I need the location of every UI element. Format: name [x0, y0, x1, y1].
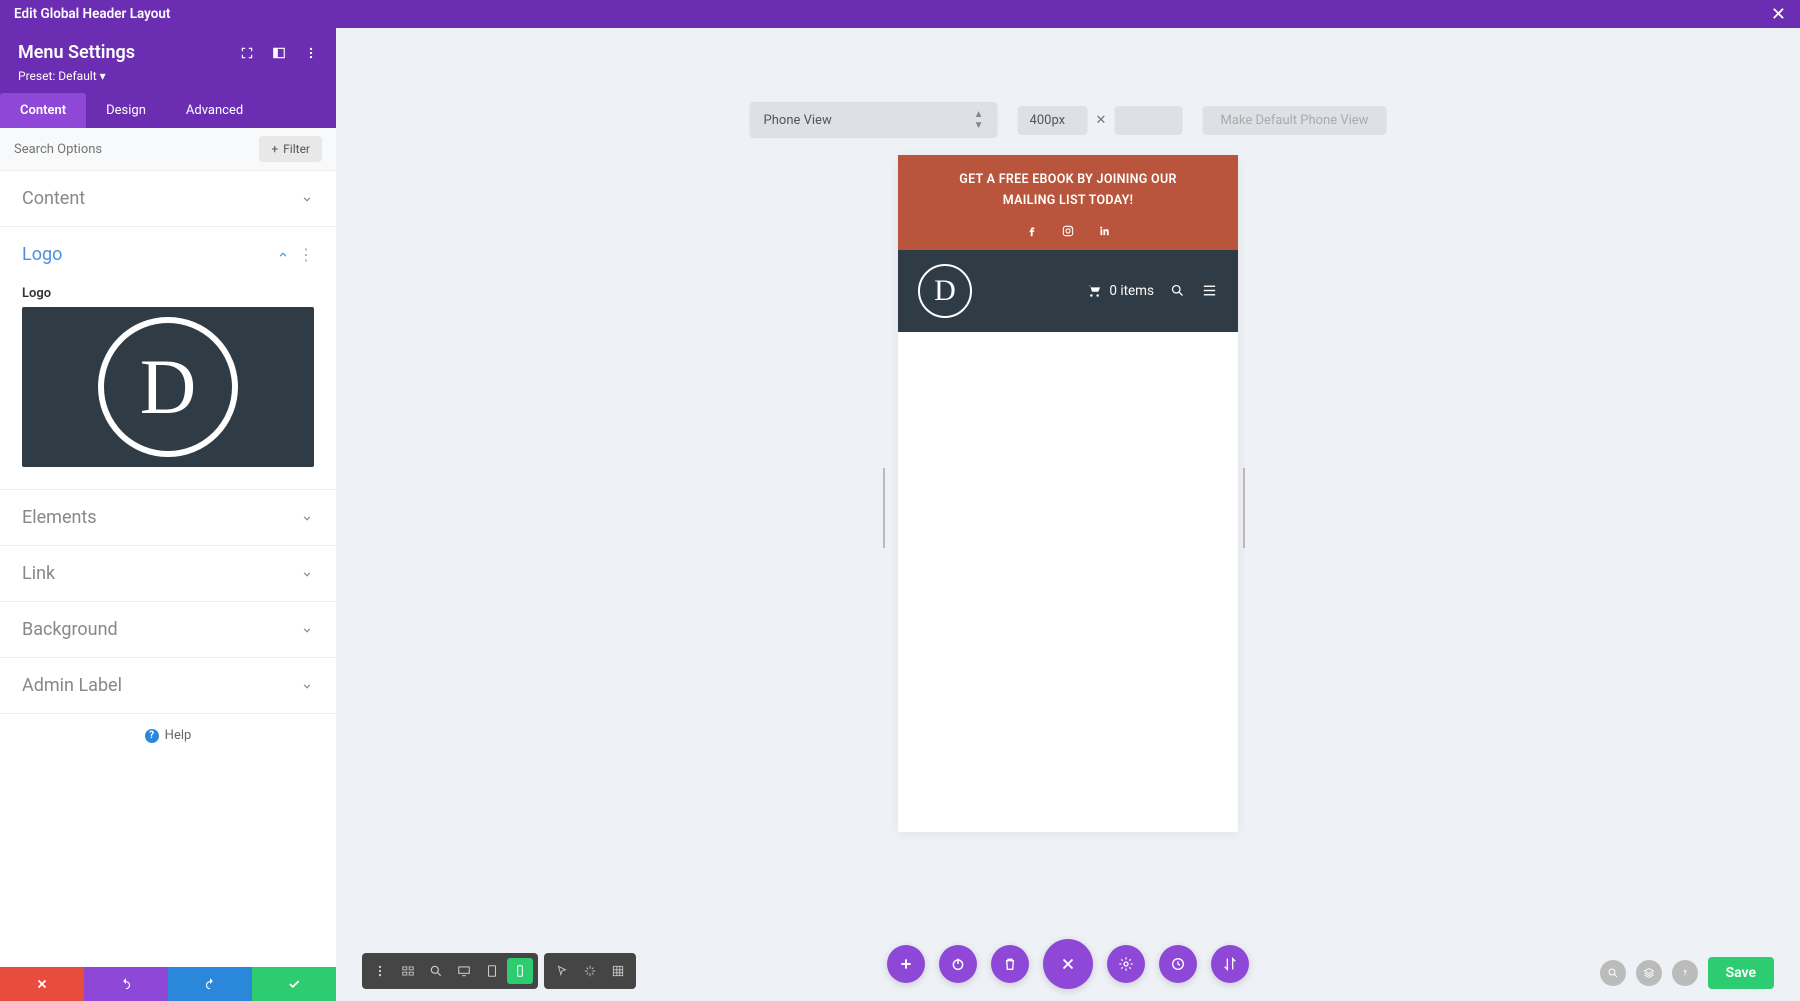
logo-content: Logo D	[0, 282, 336, 490]
section-elements[interactable]: Elements	[0, 490, 336, 546]
delete-button[interactable]	[991, 945, 1029, 983]
undo-button[interactable]	[84, 967, 168, 1001]
hover-icon[interactable]	[549, 958, 575, 984]
sort-button[interactable]	[1211, 945, 1249, 983]
bottom-left-toolbar	[362, 953, 636, 989]
more-icon[interactable]	[304, 46, 318, 60]
hamburger-icon[interactable]	[1201, 282, 1218, 299]
zoom-icon[interactable]	[423, 958, 449, 984]
help-icon: ?	[145, 729, 159, 743]
facebook-icon[interactable]	[1025, 224, 1039, 238]
main-canvas: Phone View ▲▼ ✕ Make Default Phone View …	[336, 28, 1800, 1001]
help-link[interactable]: ? Help	[0, 714, 336, 757]
cart-link[interactable]: 0 items	[1087, 283, 1154, 299]
chevron-down-icon	[300, 567, 314, 581]
tab-content[interactable]: Content	[0, 93, 86, 128]
more-tool-icon[interactable]	[367, 958, 393, 984]
redo-button[interactable]	[168, 967, 252, 1001]
click-icon[interactable]	[577, 958, 603, 984]
desktop-icon[interactable]	[451, 958, 477, 984]
view-select[interactable]: Phone View ▲▼	[750, 102, 998, 138]
search-row: + Filter	[0, 128, 336, 171]
section-content[interactable]: Content	[0, 171, 336, 227]
save-button[interactable]: Save	[1708, 957, 1774, 989]
plus-icon: +	[271, 142, 278, 156]
chevron-down-icon	[300, 679, 314, 693]
chevron-up-icon	[276, 248, 290, 262]
search-input[interactable]	[14, 142, 259, 157]
tab-advanced[interactable]: Advanced	[166, 93, 263, 128]
sidebar-tabs: Content Design Advanced	[0, 93, 336, 128]
cart-icon	[1087, 283, 1102, 298]
width-input[interactable]	[1018, 106, 1088, 135]
phone-nav: D 0 items	[898, 250, 1238, 332]
settings-button[interactable]	[1107, 945, 1145, 983]
make-default-button[interactable]: Make Default Phone View	[1202, 106, 1386, 135]
resize-handle-left[interactable]	[883, 468, 891, 508]
instagram-icon[interactable]	[1061, 224, 1075, 238]
confirm-button[interactable]	[252, 967, 336, 1001]
sidebar-title: Menu Settings	[18, 42, 135, 63]
chevron-down-icon: ▾	[100, 69, 106, 83]
add-button[interactable]	[887, 945, 925, 983]
section-logo[interactable]: Logo ⋮	[0, 227, 336, 282]
grid-icon[interactable]	[605, 958, 631, 984]
close-actions-button[interactable]	[1043, 939, 1093, 989]
select-arrows-icon: ▲▼	[974, 109, 984, 131]
close-icon[interactable]: ✕	[1771, 4, 1786, 25]
height-input[interactable]	[1114, 106, 1182, 135]
section-background[interactable]: Background	[0, 602, 336, 658]
promo-banner: GET A FREE EBOOK BY JOINING OUR MAILING …	[898, 155, 1238, 250]
panel-icon[interactable]	[272, 46, 286, 60]
sidebar-header: Menu Settings Preset: Default ▾	[0, 28, 336, 93]
chevron-down-icon	[300, 192, 314, 206]
phone-icon[interactable]	[507, 958, 533, 984]
global-header-bar: Edit Global Header Layout ✕	[0, 0, 1800, 28]
cancel-button[interactable]	[0, 967, 84, 1001]
banner-line-2: MAILING LIST TODAY!	[1003, 193, 1133, 208]
svg-text:?: ?	[1683, 970, 1687, 978]
preset-selector[interactable]: Preset: Default ▾	[18, 69, 318, 83]
tablet-icon[interactable]	[479, 958, 505, 984]
logo-letter: D	[140, 342, 196, 432]
filter-button[interactable]: + Filter	[259, 136, 322, 162]
dimension-x: ✕	[1096, 113, 1107, 128]
linkedin-icon[interactable]	[1097, 224, 1111, 238]
logo-preview[interactable]: D	[22, 307, 314, 467]
bottom-center-actions	[887, 939, 1249, 989]
sidebar-footer	[0, 967, 336, 1001]
global-bar-title: Edit Global Header Layout	[14, 6, 170, 22]
expand-icon[interactable]	[240, 46, 254, 60]
site-logo[interactable]: D	[918, 264, 972, 318]
wireframe-icon[interactable]	[395, 958, 421, 984]
settings-sidebar: Menu Settings Preset: Default ▾ Content …	[0, 28, 336, 1001]
search-icon[interactable]	[1170, 283, 1185, 298]
section-more-icon[interactable]: ⋮	[298, 245, 314, 264]
section-admin-label[interactable]: Admin Label	[0, 658, 336, 714]
chevron-down-icon	[300, 623, 314, 637]
view-controls: Phone View ▲▼ ✕ Make Default Phone View	[750, 102, 1387, 138]
logo-field-label: Logo	[22, 286, 314, 301]
chevron-down-icon	[300, 511, 314, 525]
section-link[interactable]: Link	[0, 546, 336, 602]
tab-design[interactable]: Design	[86, 93, 166, 128]
bottom-right-actions: ? Save	[1600, 957, 1774, 989]
phone-body	[898, 332, 1238, 832]
zoom-mini-icon[interactable]	[1600, 960, 1626, 986]
layers-icon[interactable]	[1636, 960, 1662, 986]
banner-line-1: GET A FREE EBOOK BY JOINING OUR	[959, 172, 1176, 187]
resize-handle-right[interactable]	[1243, 468, 1251, 508]
power-button[interactable]	[939, 945, 977, 983]
help-mini-icon[interactable]: ?	[1672, 960, 1698, 986]
history-button[interactable]	[1159, 945, 1197, 983]
phone-preview: GET A FREE EBOOK BY JOINING OUR MAILING …	[898, 155, 1238, 832]
